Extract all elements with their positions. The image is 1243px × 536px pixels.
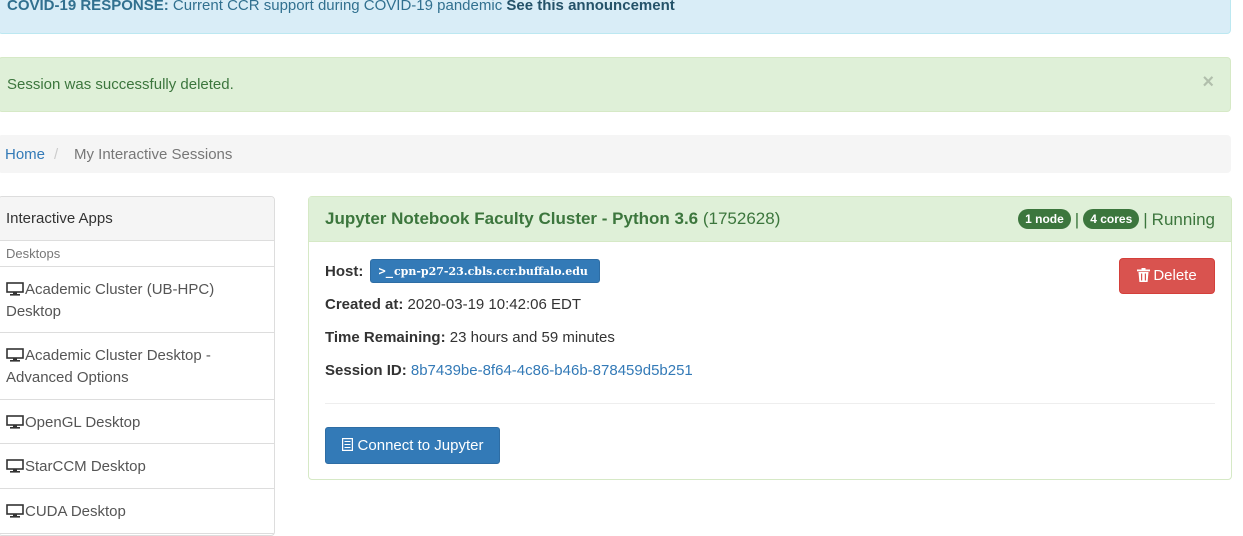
node-count-badge: 1 node [1018,209,1071,229]
success-alert: Session was successfully deleted. × [0,57,1231,112]
sidebar-item-academic-cluster-desktop[interactable]: Academic Cluster (UB-HPC) Desktop [0,267,274,333]
breadcrumb: Home / My Interactive Sessions [0,135,1231,173]
host-shell-button[interactable]: >_cpn-p27-23.cbls.ccr.buffalo.edu [369,259,600,283]
host-name: cpn-p27-23.cbls.ccr.buffalo.edu [393,265,588,278]
sidebar-item-label: OpenGL Desktop [25,414,141,431]
host-label: Host: [325,263,364,280]
breadcrumb-current: My Interactive Sessions [74,146,233,163]
breadcrumb-separator: / [54,146,59,163]
sidebar-item-starccm-desktop[interactable]: StarCCM Desktop [0,444,274,489]
breadcrumb-home-link[interactable]: Home [5,146,45,163]
desktop-icon [6,282,24,296]
sidebar-item-label: StarCCM Desktop [25,458,146,475]
desktop-icon [6,415,24,429]
time-remaining-label: Time Remaining: [325,329,446,346]
created-label: Created at: [325,296,404,313]
connect-to-jupyter-button[interactable]: Connect to Jupyter [325,427,500,464]
close-alert-button[interactable]: × [1202,72,1214,92]
session-app-name: Jupyter Notebook Faculty Cluster - Pytho… [325,209,699,228]
announcement-link[interactable]: See this announcement [506,0,674,14]
notebook-icon [341,438,353,451]
session-id-row: Session ID: 8b7439be-8f64-4c86-b46b-8784… [325,362,693,379]
core-count-badge: 4 cores [1083,209,1140,229]
terminal-icon: >_ [378,264,393,278]
card-divider [325,403,1215,404]
delete-button[interactable]: Delete [1119,258,1215,294]
session-id-label: Session ID: [325,362,407,379]
session-id-link[interactable]: 8b7439be-8f64-4c86-b46b-878459d5b251 [411,362,693,379]
desktop-icon [6,459,24,473]
covid-label: COVID-19 RESPONSE: [7,0,169,14]
sidebar-item-cuda-desktop[interactable]: CUDA Desktop [0,489,274,534]
delete-label: Delete [1153,267,1197,284]
covid-message: Current CCR support during COVID-19 pand… [172,0,503,14]
session-card: Jupyter Notebook Faculty Cluster - Pytho… [308,196,1232,480]
session-status-group: 1 node | 4 cores | Running [1018,209,1215,230]
created-value: 2020-03-19 10:42:06 EDT [407,296,581,313]
session-status: Running [1151,210,1215,229]
connect-label: Connect to Jupyter [357,437,484,454]
time-remaining-value: 23 hours and 59 minutes [449,329,615,346]
host-row: Host: >_cpn-p27-23.cbls.ccr.buffalo.edu [325,259,600,283]
sidebar-item-label: Academic Cluster Desktop - Advanced Opti… [6,347,211,386]
session-job-id: (1752628) [702,209,781,228]
sidebar-heading: Interactive Apps [0,197,274,241]
created-row: Created at: 2020-03-19 10:42:06 EDT [325,296,581,313]
covid-banner: COVID-19 RESPONSE: Current CCR support d… [0,0,1231,34]
sidebar-item-opengl-desktop[interactable]: OpenGL Desktop [0,400,274,444]
sidebar-item-label: CUDA Desktop [25,503,126,520]
desktop-icon [6,504,24,518]
session-title: Jupyter Notebook Faculty Cluster - Pytho… [325,209,780,229]
covid-banner-text: COVID-19 RESPONSE: Current CCR support d… [7,0,675,14]
sidebar-section-desktops: Desktops [0,241,274,267]
sidebar-item-label: Academic Cluster (UB-HPC) Desktop [6,281,215,320]
time-remaining-row: Time Remaining: 23 hours and 59 minutes [325,329,615,346]
session-card-header: Jupyter Notebook Faculty Cluster - Pytho… [309,197,1231,242]
desktop-icon [6,348,24,362]
status-separator: | [1143,210,1148,229]
status-separator: | [1074,210,1080,229]
sidebar-item-academic-cluster-advanced[interactable]: Academic Cluster Desktop - Advanced Opti… [0,333,274,400]
trash-icon [1137,268,1151,282]
success-message: Session was successfully deleted. [7,76,234,93]
interactive-apps-sidebar: Interactive Apps Desktops Academic Clust… [0,196,275,536]
